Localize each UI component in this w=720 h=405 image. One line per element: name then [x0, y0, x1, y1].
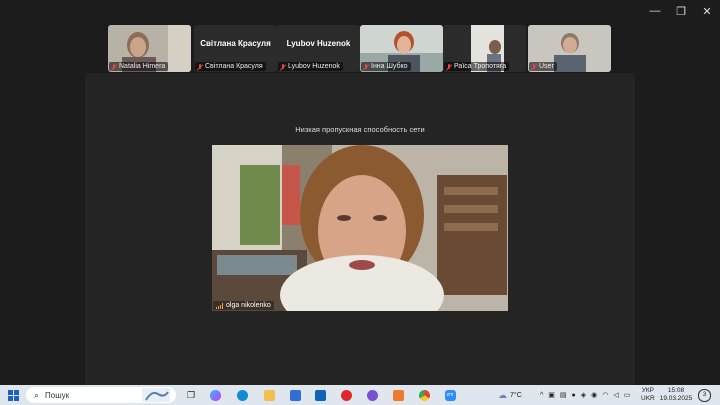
start-button[interactable] — [4, 385, 22, 405]
participant-strip: Natalia Himera Світлана Красуля Світлана… — [0, 25, 720, 73]
windows-icon — [7, 389, 19, 401]
speaker-video[interactable]: olga nikolenko — [212, 145, 508, 311]
tray-app-icon[interactable]: ▤ — [560, 391, 567, 399]
mic-off-icon — [446, 63, 452, 70]
zoom-icon[interactable]: zm — [443, 385, 457, 405]
participant-name: Lyubov Huzenok — [286, 39, 351, 48]
system-tray: ^ ▣ ▤ ● ◈ ◉ ◠ ◁ ▭ — [540, 385, 630, 405]
mic-off-icon — [280, 63, 286, 70]
search-highlight-icon — [142, 388, 170, 402]
outlook-icon[interactable] — [313, 385, 327, 405]
file-explorer-icon[interactable] — [262, 385, 276, 405]
clock[interactable]: 15:08 19.03.2025 — [660, 385, 693, 405]
minimize-button[interactable]: — — [642, 0, 668, 22]
participant-tile[interactable]: Lyubov Huzenok Lyubov Huzenok — [277, 25, 360, 72]
participant-label: User — [529, 62, 557, 71]
tray-app-icon[interactable]: ▣ — [548, 391, 555, 399]
participant-name: Світлана Красуля — [200, 39, 271, 48]
opera-icon[interactable] — [339, 385, 353, 405]
participant-tile[interactable]: Раїса Тропотяга — [443, 25, 526, 72]
speaker-icon[interactable]: ◁ — [613, 391, 618, 399]
mic-off-icon — [111, 63, 117, 70]
participant-tile[interactable]: Natalia Himera — [108, 25, 191, 72]
microphone-icon[interactable]: ● — [572, 392, 576, 399]
weather-widget[interactable]: ☁ 7°C — [498, 385, 522, 405]
speaker-label: olga nikolenko — [213, 301, 274, 310]
signal-icon — [216, 302, 223, 309]
search-icon: ⌕ — [34, 389, 40, 400]
notification-center[interactable]: 3 — [698, 385, 711, 405]
restore-button[interactable]: ❐ — [668, 0, 694, 22]
tray-app-icon[interactable]: ◈ — [581, 391, 586, 399]
mic-off-icon — [197, 63, 203, 70]
edge-icon[interactable] — [235, 385, 249, 405]
network-warning: Низкая пропускная способность сети — [295, 125, 425, 134]
task-view-icon[interactable]: ❐ — [184, 385, 198, 405]
participant-label: Інна Шубко — [361, 62, 411, 71]
cloud-icon: ☁ — [498, 389, 507, 400]
taskbar: ⌕ Пошук ❐ zm ☁ 7°C ^ ▣ ▤ ● ◈ ◉ ◠ ◁ ▭ УКР… — [0, 385, 720, 405]
participant-label: Lyubov Huzenok — [278, 62, 343, 71]
speaker-video-feed — [212, 145, 508, 311]
chrome-icon[interactable] — [417, 385, 431, 405]
wifi-icon[interactable]: ◠ — [602, 391, 608, 399]
participant-label: Раїса Тропотяга — [444, 62, 510, 71]
app-icon[interactable] — [391, 385, 405, 405]
participant-label: Natalia Himera — [109, 62, 169, 71]
battery-icon[interactable]: ▭ — [624, 391, 631, 399]
mic-off-icon — [531, 63, 537, 70]
participant-label: Світлана Красуля — [195, 62, 266, 71]
mic-off-icon — [363, 63, 369, 70]
tray-app-icon[interactable]: ◉ — [591, 391, 597, 399]
window-controls: — ❐ ✕ — [642, 0, 720, 22]
language-indicator[interactable]: УКР UKR — [641, 385, 655, 405]
taskbar-search[interactable]: ⌕ Пошук — [26, 387, 176, 403]
store-icon[interactable] — [288, 385, 302, 405]
copilot-icon[interactable] — [208, 385, 222, 405]
participant-tile[interactable]: User — [528, 25, 611, 72]
participant-tile[interactable]: Світлана Красуля Світлана Красуля — [194, 25, 277, 72]
viber-icon[interactable] — [365, 385, 379, 405]
participant-tile[interactable]: Інна Шубко — [360, 25, 443, 72]
notification-badge: 3 — [698, 388, 711, 402]
chevron-up-icon[interactable]: ^ — [540, 392, 543, 399]
close-button[interactable]: ✕ — [694, 0, 720, 22]
